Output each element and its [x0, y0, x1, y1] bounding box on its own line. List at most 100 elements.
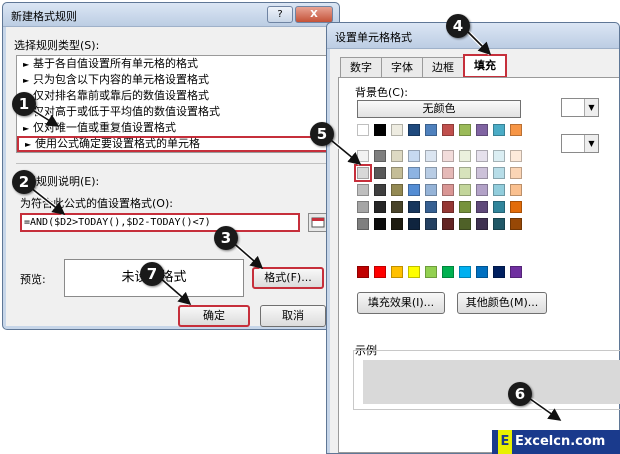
- color-swatch[interactable]: [408, 184, 420, 196]
- color-swatch[interactable]: [408, 201, 420, 213]
- rule-type-item[interactable]: ► 基于各自值设置所有单元格的格式: [17, 56, 331, 72]
- color-swatch[interactable]: [391, 124, 403, 136]
- color-swatch[interactable]: [493, 184, 505, 196]
- color-swatch[interactable]: [425, 167, 437, 179]
- rule-type-item-selected[interactable]: ► 使用公式确定要设置格式的单元格: [17, 136, 331, 152]
- format-cells-dialog: 设置单元格格式 数字 字体 边框 填充 背景色(C): 无颜色 ▼ ▼ 填充效果…: [326, 22, 620, 454]
- color-swatch[interactable]: [510, 218, 522, 230]
- standard-color-swatch[interactable]: [459, 266, 471, 278]
- color-swatch[interactable]: [476, 124, 488, 136]
- color-swatch[interactable]: [493, 124, 505, 136]
- color-swatch[interactable]: [357, 184, 369, 196]
- rule-type-item[interactable]: ►仅对排名靠前或靠后的数值设置格式: [17, 88, 331, 104]
- color-swatch[interactable]: [391, 201, 403, 213]
- color-swatch[interactable]: [476, 167, 488, 179]
- color-swatch[interactable]: [459, 218, 471, 230]
- color-swatch[interactable]: [425, 124, 437, 136]
- color-swatch[interactable]: [442, 124, 454, 136]
- no-color-button[interactable]: 无颜色: [357, 100, 521, 118]
- color-swatch[interactable]: [459, 124, 471, 136]
- pattern-color-select[interactable]: ▼: [561, 98, 599, 117]
- color-swatch[interactable]: [476, 150, 488, 162]
- color-swatch[interactable]: [354, 164, 372, 182]
- color-swatch[interactable]: [442, 167, 454, 179]
- standard-color-swatch[interactable]: [493, 266, 505, 278]
- standard-color-palette: [357, 266, 522, 278]
- bullet-icon: ►: [23, 76, 30, 85]
- formula-input[interactable]: =AND($D2>TODAY(),$D2-TODAY()<7): [20, 213, 300, 232]
- tab-fill[interactable]: 填充: [463, 54, 507, 78]
- color-swatch[interactable]: [442, 218, 454, 230]
- color-swatch[interactable]: [493, 167, 505, 179]
- standard-color-swatch[interactable]: [425, 266, 437, 278]
- watermark: E Excelcn.com: [492, 430, 620, 454]
- tab-border[interactable]: 边框: [422, 57, 464, 77]
- color-swatch[interactable]: [493, 150, 505, 162]
- color-swatch[interactable]: [425, 218, 437, 230]
- color-swatch[interactable]: [425, 150, 437, 162]
- watermark-logo: E: [498, 430, 512, 454]
- format-button[interactable]: 格式(F)...: [252, 267, 324, 289]
- more-colors-button[interactable]: 其他颜色(M)...: [457, 292, 547, 314]
- color-swatch[interactable]: [459, 184, 471, 196]
- color-swatch[interactable]: [459, 201, 471, 213]
- color-swatch[interactable]: [357, 201, 369, 213]
- pattern-style-select[interactable]: ▼: [561, 134, 599, 153]
- color-swatch[interactable]: [374, 184, 386, 196]
- color-swatch[interactable]: [374, 201, 386, 213]
- color-swatch[interactable]: [357, 218, 369, 230]
- rule-type-item[interactable]: ►仅对高于或低于平均值的数值设置格式: [17, 104, 331, 120]
- standard-color-swatch[interactable]: [391, 266, 403, 278]
- rule-type-item[interactable]: ► 仅对唯一值或重复值设置格式: [17, 120, 331, 136]
- color-swatch[interactable]: [357, 124, 369, 136]
- color-swatch[interactable]: [374, 150, 386, 162]
- standard-color-swatch[interactable]: [408, 266, 420, 278]
- color-swatch[interactable]: [391, 150, 403, 162]
- color-swatch[interactable]: [374, 218, 386, 230]
- color-swatch[interactable]: [476, 218, 488, 230]
- color-swatch[interactable]: [476, 184, 488, 196]
- color-swatch[interactable]: [391, 218, 403, 230]
- help-button[interactable]: ?: [267, 6, 293, 23]
- color-swatch[interactable]: [442, 201, 454, 213]
- color-swatch[interactable]: [510, 124, 522, 136]
- standard-color-swatch[interactable]: [357, 266, 369, 278]
- rule-type-text: 仅对排名靠前或靠后的数值设置格式: [33, 89, 209, 102]
- color-swatch[interactable]: [510, 184, 522, 196]
- color-swatch[interactable]: [408, 167, 420, 179]
- standard-color-swatch[interactable]: [374, 266, 386, 278]
- tab-number[interactable]: 数字: [340, 57, 382, 77]
- color-swatch[interactable]: [408, 124, 420, 136]
- color-swatch[interactable]: [374, 167, 386, 179]
- range-select-button[interactable]: [308, 213, 328, 232]
- color-swatch[interactable]: [442, 150, 454, 162]
- fill-effects-button[interactable]: 填充效果(I)...: [357, 292, 445, 314]
- color-swatch[interactable]: [493, 201, 505, 213]
- color-swatch[interactable]: [459, 167, 471, 179]
- cancel-button[interactable]: 取消: [260, 305, 326, 327]
- standard-color-swatch[interactable]: [476, 266, 488, 278]
- color-swatch[interactable]: [476, 201, 488, 213]
- color-swatch[interactable]: [459, 150, 471, 162]
- color-swatch[interactable]: [510, 167, 522, 179]
- color-swatch[interactable]: [391, 184, 403, 196]
- standard-color-swatch[interactable]: [442, 266, 454, 278]
- tab-font[interactable]: 字体: [381, 57, 423, 77]
- bullet-icon: ►: [25, 140, 32, 149]
- color-swatch[interactable]: [408, 150, 420, 162]
- color-swatch[interactable]: [408, 218, 420, 230]
- color-swatch[interactable]: [425, 201, 437, 213]
- color-swatch[interactable]: [493, 218, 505, 230]
- rule-type-label: 选择规则类型(S):: [14, 39, 100, 52]
- close-button[interactable]: X: [295, 6, 333, 23]
- rule-type-item[interactable]: ► 只为包含以下内容的单元格设置格式: [17, 72, 331, 88]
- color-swatch[interactable]: [510, 201, 522, 213]
- color-swatch[interactable]: [425, 184, 437, 196]
- color-swatch[interactable]: [442, 184, 454, 196]
- color-swatch[interactable]: [510, 150, 522, 162]
- color-swatch[interactable]: [391, 167, 403, 179]
- color-swatch[interactable]: [357, 150, 369, 162]
- color-swatch[interactable]: [374, 124, 386, 136]
- standard-color-swatch[interactable]: [510, 266, 522, 278]
- ok-button[interactable]: 确定: [178, 305, 250, 327]
